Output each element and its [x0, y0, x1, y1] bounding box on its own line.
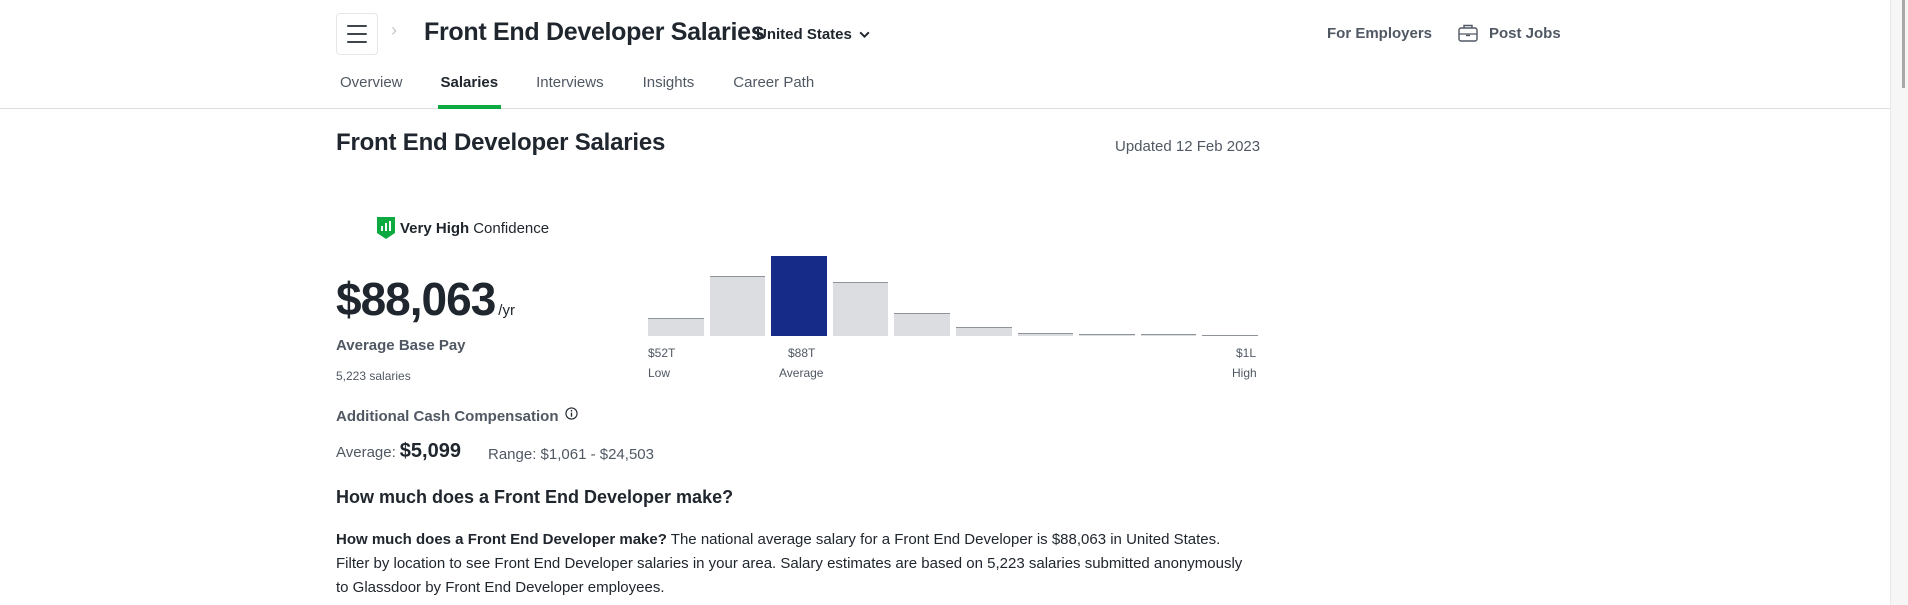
histogram-bar-average — [771, 256, 827, 336]
average-label: Average — [779, 366, 824, 380]
tab-insights[interactable]: Insights — [643, 70, 695, 109]
updated-date: Updated 12 Feb 2023 — [1115, 138, 1261, 155]
tab-overview[interactable]: Overview — [340, 70, 403, 109]
histogram-bar — [832, 282, 889, 336]
salary-histogram — [648, 250, 1258, 336]
histogram-bar — [894, 312, 950, 336]
chevron-right-icon: › — [391, 20, 397, 40]
histogram-bar — [1079, 334, 1135, 336]
histogram-bar — [648, 317, 704, 336]
histogram-bar — [1140, 334, 1197, 336]
additional-average-value: $5,099 — [399, 440, 461, 462]
briefcase-icon — [1458, 24, 1478, 42]
additional-average: Average: $5,099 — [336, 440, 461, 463]
menu-button[interactable] — [336, 13, 378, 55]
low-label: Low — [648, 366, 671, 380]
tab-bar: Overview Salaries Interviews Insights Ca… — [340, 70, 814, 109]
additional-comp-label: Additional Cash Compensation — [336, 408, 559, 425]
tab-interviews[interactable]: Interviews — [536, 70, 604, 109]
top-header: › Front End Developer Salaries United St… — [0, 0, 1890, 109]
average-pay-label: Average Base Pay — [336, 337, 466, 354]
additional-range: Range: $1,061 - $24,503 — [488, 446, 654, 463]
high-value-label: $1L — [1236, 346, 1257, 360]
post-jobs-link[interactable]: Post Jobs — [1457, 22, 1561, 44]
additional-average-label: Average: — [336, 444, 396, 461]
histogram-bar — [956, 327, 1012, 336]
average-pay: $88,063 /yr — [336, 272, 515, 326]
tab-salaries[interactable]: Salaries — [437, 70, 501, 109]
salaries-count: 5,223 salaries — [336, 369, 411, 383]
faq-heading: How much does a Front End Developer make… — [336, 487, 734, 507]
chevron-down-icon — [859, 31, 870, 39]
post-jobs-label: Post Jobs — [1489, 24, 1561, 42]
histogram-bar — [1202, 334, 1258, 336]
hamburger-line — [347, 41, 367, 43]
confidence-suffix: Confidence — [473, 219, 550, 237]
high-label: High — [1232, 366, 1257, 380]
average-pay-amount: $88,063 — [336, 273, 496, 325]
average-pay-unit: /yr — [498, 302, 515, 319]
histogram-bar — [1017, 332, 1074, 336]
confidence-badge: Very High Confidence — [376, 216, 549, 240]
histogram-bar — [709, 276, 766, 336]
for-employers-link[interactable]: For Employers — [1327, 25, 1432, 42]
low-value-label: $52T — [648, 346, 676, 360]
info-icon[interactable] — [564, 407, 578, 420]
location-dropdown[interactable]: United States — [756, 26, 871, 43]
hamburger-line — [347, 33, 367, 35]
page-title: Front End Developer Salaries — [424, 18, 765, 46]
additional-comp-title: Additional Cash Compensation — [336, 407, 578, 425]
hamburger-menu-icon — [347, 25, 367, 27]
scrollbar-thumb[interactable] — [1902, 0, 1905, 88]
scrollbar[interactable] — [1890, 0, 1908, 605]
confidence-level: Very High — [400, 219, 470, 237]
tab-career-path[interactable]: Career Path — [733, 70, 814, 109]
section-title: Front End Developer Salaries — [336, 129, 666, 156]
shield-chart-icon — [377, 217, 395, 239]
faq-lead: How much does a Front End Developer make… — [336, 531, 667, 548]
location-value: United States — [756, 26, 852, 43]
faq-paragraph: How much does a Front End Developer make… — [336, 528, 1256, 600]
average-value-label: $88T — [788, 346, 816, 360]
